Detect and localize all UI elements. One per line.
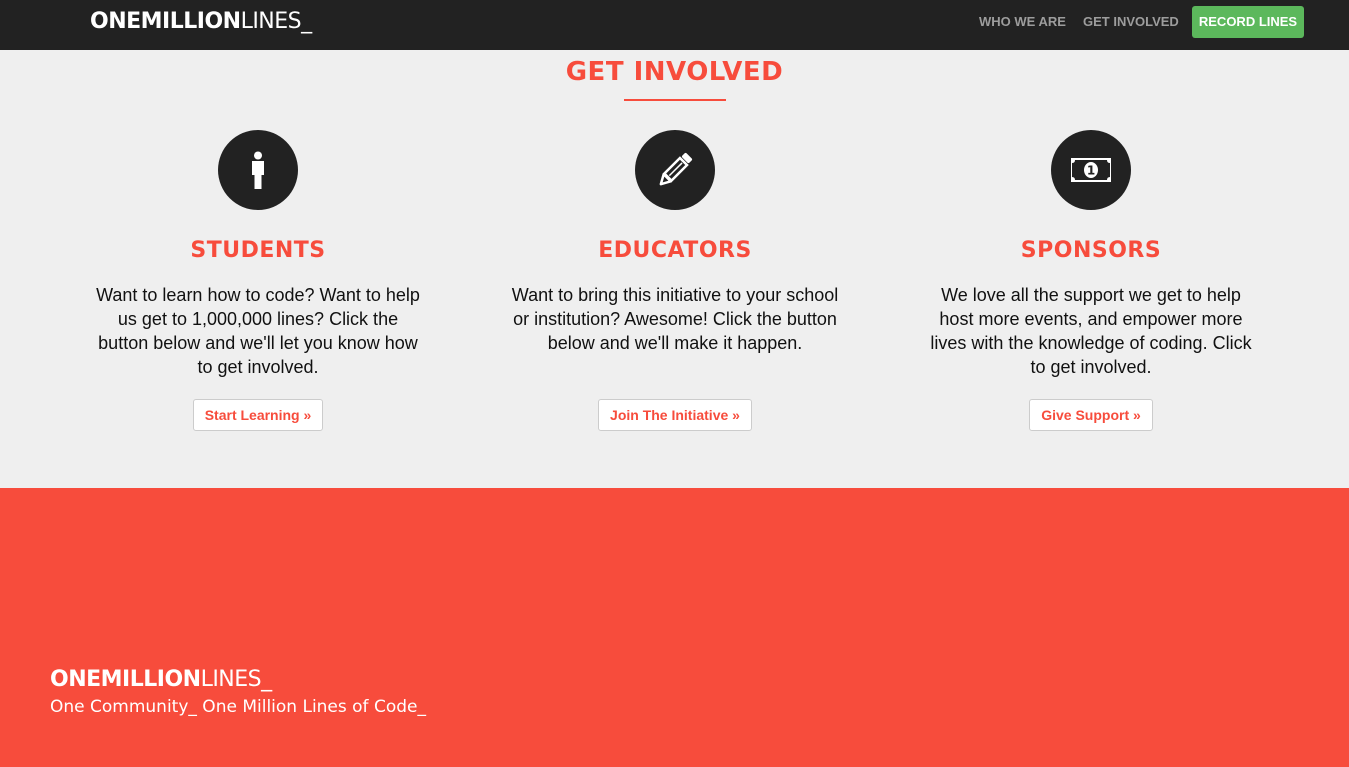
nav-link-get-involved[interactable]: GET INVOLVED [1083, 14, 1179, 29]
footer-brand-logo: ONEMILLIONLINES_ [50, 667, 272, 692]
brand-logo-bold: ONEMILLION [90, 9, 241, 34]
footer-brand-bold: ONEMILLION [50, 667, 201, 692]
educators-description: Want to bring this initiative to your sc… [511, 285, 839, 353]
students-heading: STUDENTS [190, 238, 326, 263]
brand-logo-light: LINES_ [240, 9, 313, 34]
join-initiative-button[interactable]: Join The Initiative » [598, 399, 752, 431]
give-support-button[interactable]: Give Support » [1029, 399, 1153, 431]
student-icon-glyph [252, 151, 264, 189]
nav-link-who-we-are[interactable]: WHO WE ARE [979, 14, 1066, 29]
footer-tagline: One Community_ One Million Lines of Code… [50, 697, 426, 717]
educators-column: EDUCATORS Want to bring this initiative … [505, 130, 845, 431]
footer-brand-light: LINES_ [200, 667, 273, 692]
student-icon [218, 130, 298, 210]
money-icon-glyph: 1 [1071, 158, 1111, 182]
brand-logo[interactable]: ONEMILLIONLINES_ [90, 9, 312, 34]
educators-heading: EDUCATORS [598, 238, 752, 263]
section-title: GET INVOLVED [565, 57, 784, 87]
pencil-icon-glyph [659, 152, 693, 186]
svg-text:1: 1 [1087, 164, 1095, 178]
start-learning-button[interactable]: Start Learning » [192, 399, 324, 431]
money-icon: 1 [1051, 130, 1131, 210]
sponsors-heading: SPONSORS [1020, 238, 1162, 263]
record-lines-button[interactable]: RECORD LINES [1192, 6, 1304, 38]
footer: ONEMILLIONLINES_ One Community_ One Mill… [0, 488, 1349, 767]
pencil-icon [635, 130, 715, 210]
top-navbar: ONEMILLIONLINES_ WHO WE ARE GET INVOLVED… [0, 0, 1349, 50]
sponsors-column: 1 SPONSORS We love all the support we ge… [921, 130, 1261, 431]
title-underline [624, 99, 726, 101]
sponsors-description: We love all the support we get to help h… [930, 285, 1252, 377]
students-description: Want to learn how to code? Want to help … [96, 285, 420, 377]
students-column: STUDENTS Want to learn how to code? Want… [88, 130, 428, 431]
